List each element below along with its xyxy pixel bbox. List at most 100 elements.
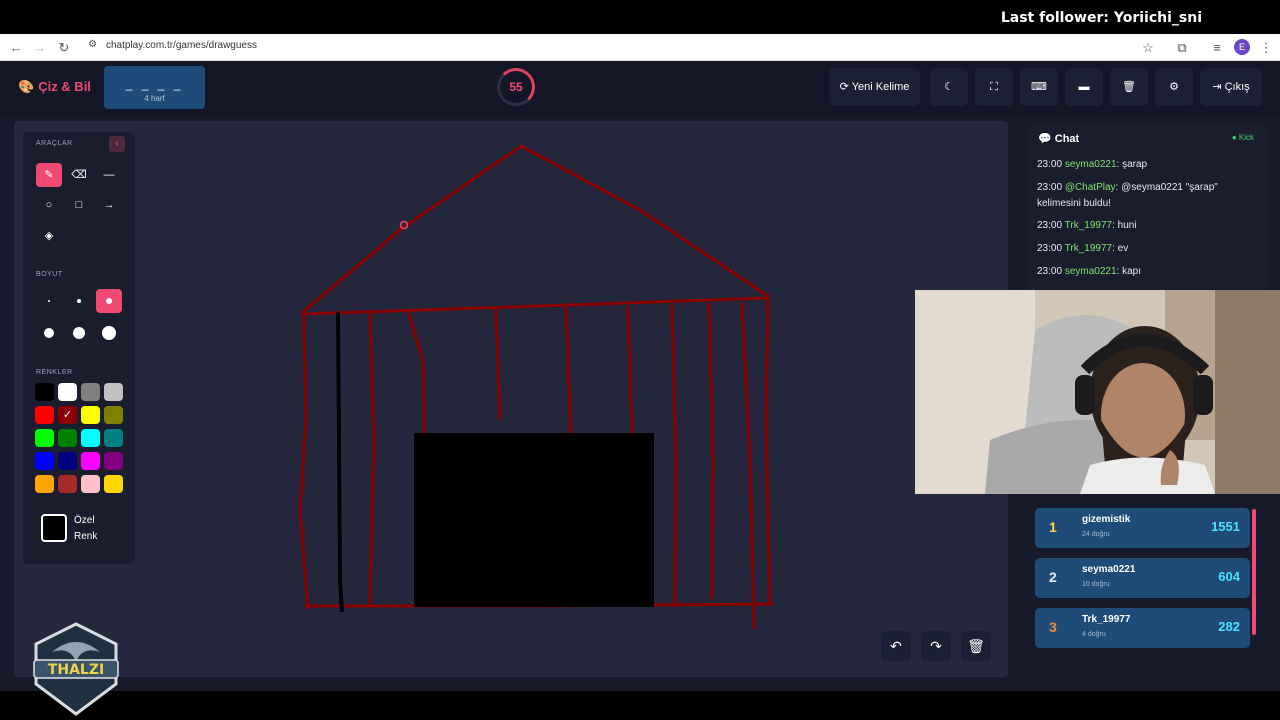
media-icon[interactable]: ≡ xyxy=(1207,38,1227,58)
color-swatch[interactable] xyxy=(58,475,77,493)
back-icon[interactable]: ← xyxy=(6,38,26,58)
color-swatch[interactable] xyxy=(104,406,123,424)
chat-username[interactable]: seyma0221 xyxy=(1065,266,1117,277)
round-timer: 55 xyxy=(497,68,535,106)
size-option-5[interactable] xyxy=(66,321,92,345)
new-word-button[interactable]: ⟳ Yeni Kelime xyxy=(829,68,920,106)
line-icon: — xyxy=(103,169,115,181)
fill-tool[interactable]: ◈ xyxy=(36,224,62,248)
color-swatch[interactable]: ✓ xyxy=(58,406,77,424)
chat-username[interactable]: Trk_19977 xyxy=(1065,220,1112,231)
line-tool[interactable]: — xyxy=(96,163,122,187)
archive-button[interactable]: ▬ xyxy=(1065,68,1103,106)
undo-button[interactable]: ↶ xyxy=(881,631,911,661)
color-swatch[interactable] xyxy=(81,475,100,493)
color-swatch[interactable] xyxy=(35,406,54,424)
size-heading: BOYUT xyxy=(36,271,63,278)
collapse-panel-button[interactable]: ‹ xyxy=(109,136,125,152)
archive-icon: ▬ xyxy=(1078,81,1090,93)
arrow-tool[interactable]: → xyxy=(96,193,122,217)
black-stripe-stroke xyxy=(336,311,344,613)
color-swatch[interactable] xyxy=(35,475,54,493)
circle-tool[interactable]: ○ xyxy=(36,193,62,217)
size-option-3[interactable] xyxy=(96,289,122,313)
color-swatch[interactable] xyxy=(35,452,54,470)
eraser-icon: ⌫ xyxy=(71,169,87,181)
theme-toggle-button[interactable]: ☾ xyxy=(930,68,968,106)
redo-icon: ↷ xyxy=(930,638,942,654)
site-info-icon[interactable]: ⚙ xyxy=(88,39,97,50)
trash-button[interactable]: 🗑 xyxy=(1110,68,1148,106)
top-beam-stroke xyxy=(301,296,770,316)
leaderboard-rank: 2 xyxy=(1049,569,1057,585)
door-fill xyxy=(414,433,654,607)
check-icon: ✓ xyxy=(62,409,73,421)
size-option-1[interactable] xyxy=(36,289,62,313)
app-header: 🎨 Çiz & Bil _ _ _ _ 4 harf 55 ⟳ Yeni Keli… xyxy=(0,61,1280,115)
chat-time: 23:00 xyxy=(1037,266,1063,277)
chat-username[interactable]: seyma0221 xyxy=(1065,159,1117,170)
stripe-stroke xyxy=(707,302,715,600)
clear-canvas-button[interactable]: 🗑 xyxy=(961,631,991,661)
app-logo-text: Çiz & Bil xyxy=(38,79,91,94)
custom-color-button[interactable] xyxy=(41,514,67,542)
exit-button[interactable]: ⇥ Çıkış xyxy=(1200,68,1262,106)
color-swatch[interactable] xyxy=(35,429,54,447)
left-wall-stroke xyxy=(298,314,310,610)
leaderboard-score: 1551 xyxy=(1211,519,1240,534)
color-swatch[interactable] xyxy=(81,429,100,447)
trash-icon: 🗑 xyxy=(967,638,985,654)
square-icon: □ xyxy=(75,199,83,211)
size-option-6[interactable] xyxy=(96,321,122,345)
leaderboard-row: 2 seyma0221 10 doğru 604 xyxy=(1035,558,1250,598)
chat-username[interactable]: @ChatPlay xyxy=(1065,182,1116,193)
leaderboard-correct-count: 10 doğru xyxy=(1082,581,1110,588)
app-logo[interactable]: 🎨 Çiz & Bil xyxy=(18,79,91,95)
settings-button[interactable]: ⚙ xyxy=(1155,68,1193,106)
chat-time: 23:00 xyxy=(1037,243,1063,254)
forward-icon[interactable]: → xyxy=(30,38,50,58)
keyboard-button[interactable]: ⌨ xyxy=(1020,68,1058,106)
leaderboard-correct-count: 4 doğru xyxy=(1082,631,1106,638)
chat-username[interactable]: Trk_19977 xyxy=(1065,243,1112,254)
drawing-strokes xyxy=(298,144,774,630)
color-swatch[interactable] xyxy=(104,383,123,401)
size-option-2[interactable] xyxy=(66,289,92,313)
reload-icon[interactable]: ↻ xyxy=(54,38,74,58)
address-bar[interactable]: chatplay.com.tr/games/drawguess xyxy=(106,40,257,51)
profile-avatar[interactable]: E xyxy=(1234,39,1250,55)
color-swatch[interactable] xyxy=(104,452,123,470)
color-swatch[interactable] xyxy=(81,452,100,470)
redo-button[interactable]: ↷ xyxy=(921,631,951,661)
circle-icon: ○ xyxy=(45,199,53,211)
word-hint-box: _ _ _ _ 4 harf xyxy=(104,66,205,109)
color-swatch[interactable] xyxy=(58,452,77,470)
size-option-4[interactable] xyxy=(36,321,62,345)
chat-title: 💬 Chat xyxy=(1038,133,1080,145)
color-swatch[interactable] xyxy=(104,429,123,447)
chat-text: : şarap xyxy=(1116,159,1148,170)
leaderboard-scrollbar[interactable] xyxy=(1252,509,1256,635)
browser-menu-icon[interactable]: ⋮ xyxy=(1256,38,1276,58)
brush-tool[interactable]: ✎ xyxy=(36,163,62,187)
rectangle-tool[interactable]: □ xyxy=(66,193,92,217)
extensions-icon[interactable]: ⧉ xyxy=(1172,38,1192,58)
exit-label: Çıkış xyxy=(1224,81,1250,93)
paint-bucket-icon: ◈ xyxy=(44,230,54,242)
color-swatch[interactable] xyxy=(104,475,123,493)
tools-panel: ARAÇLAR ‹ ✎ ⌫ — ○ □ → ◈ BOYUT RENKLER ✓ … xyxy=(23,132,135,564)
eraser-tool[interactable]: ⌫ xyxy=(66,163,92,187)
color-swatch[interactable] xyxy=(58,429,77,447)
drawing-canvas[interactable] xyxy=(14,121,1008,677)
chat-panel: 💬 Chat ● Kick 23:00 seyma0221: şarap 23:0… xyxy=(1028,122,1266,292)
color-swatch[interactable] xyxy=(81,383,100,401)
leaderboard-rank: 1 xyxy=(1049,519,1057,535)
stripe-stroke xyxy=(494,308,502,420)
color-swatch[interactable] xyxy=(58,383,77,401)
color-swatch[interactable] xyxy=(81,406,100,424)
fullscreen-button[interactable]: ⛶ xyxy=(975,68,1013,106)
leaderboard-correct-count: 24 doğru xyxy=(1082,531,1110,538)
color-swatch[interactable] xyxy=(35,383,54,401)
bookmark-star-icon[interactable]: ☆ xyxy=(1138,38,1158,58)
leaderboard-row: 3 Trk_19977 4 doğru 282 xyxy=(1035,608,1250,648)
